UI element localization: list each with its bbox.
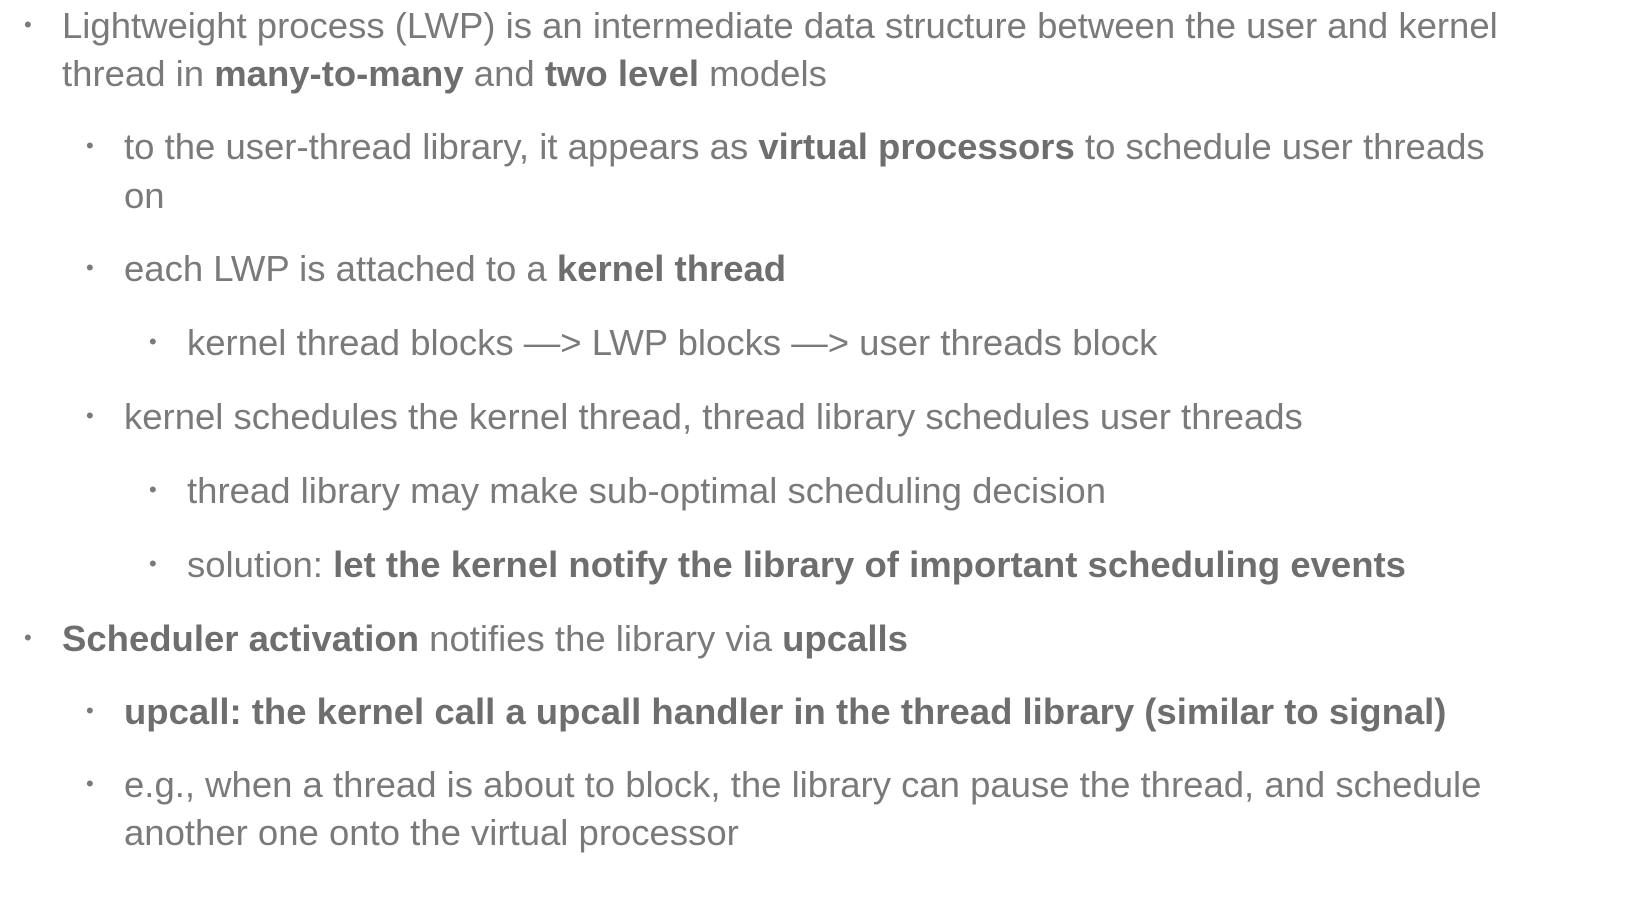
bullet-marker: •	[86, 403, 94, 428]
bullet-marker: •	[86, 255, 94, 280]
bullet-text-line: upcall: the kernel call a upcall handler…	[124, 686, 1446, 737]
bullet-marker: •	[149, 329, 157, 354]
bullet-marker: •	[24, 12, 32, 37]
bold-term: Scheduler activation	[62, 618, 419, 659]
text-segment: kernel thread blocks —> LWP blocks —> us…	[187, 322, 1158, 363]
bullet-text-line: thread library may make sub-optimal sche…	[187, 465, 1106, 516]
text-segment: each LWP is attached to a	[124, 248, 557, 289]
text-segment: to the user-thread library, it appears a…	[124, 126, 759, 167]
text-segment: solution:	[187, 544, 334, 585]
bullet-marker: •	[149, 551, 157, 576]
bullet-text-line: another one onto the virtual processor	[124, 807, 739, 858]
text-segment: e.g., when a thread is about to block, t…	[124, 764, 1482, 805]
text-segment: another one onto the virtual processor	[124, 812, 739, 853]
bullet-text-line: on	[124, 170, 165, 221]
bold-term: upcall: the kernel call a upcall handler…	[124, 691, 1447, 732]
text-segment: thread library may make sub-optimal sche…	[187, 470, 1107, 511]
text-segment: Lightweight process (LWP) is an intermed…	[62, 5, 1498, 46]
bullet-text-line: kernel schedules the kernel thread, thre…	[124, 391, 1303, 442]
bullet-marker: •	[86, 133, 94, 158]
bullet-text-line: thread in many-to-many and two level mod…	[62, 48, 827, 99]
bold-term: virtual processors	[758, 126, 1075, 167]
bullet-marker: •	[149, 477, 157, 502]
text-segment: models	[699, 53, 827, 94]
bullet-text-line: Scheduler activation notifies the librar…	[62, 613, 908, 664]
bullet-marker: •	[86, 698, 94, 723]
bold-term: let the kernel notify the library of imp…	[333, 544, 1406, 585]
text-segment: to schedule user threads	[1074, 126, 1485, 167]
bullet-text-line: to the user-thread library, it appears a…	[124, 121, 1485, 172]
text-segment: thread in	[62, 53, 215, 94]
bullet-text-line: Lightweight process (LWP) is an intermed…	[62, 0, 1498, 51]
bullet-text-line: solution: let the kernel notify the libr…	[187, 539, 1406, 590]
text-segment: on	[124, 175, 165, 216]
text-segment: kernel schedules the kernel thread, thre…	[124, 396, 1303, 437]
bullet-marker: •	[24, 625, 32, 650]
bullet-text-line: kernel thread blocks —> LWP blocks —> us…	[187, 317, 1157, 368]
text-segment: and	[463, 53, 545, 94]
text-segment: notifies the library via	[419, 618, 783, 659]
bold-term: two level	[544, 53, 700, 94]
bullet-text-line: each LWP is attached to a kernel thread	[124, 243, 786, 294]
bold-term: many-to-many	[214, 53, 464, 94]
bold-term: upcalls	[782, 618, 908, 659]
bold-term: kernel thread	[556, 248, 787, 289]
bullet-text-line: e.g., when a thread is about to block, t…	[124, 759, 1481, 810]
bullet-marker: •	[86, 771, 94, 796]
